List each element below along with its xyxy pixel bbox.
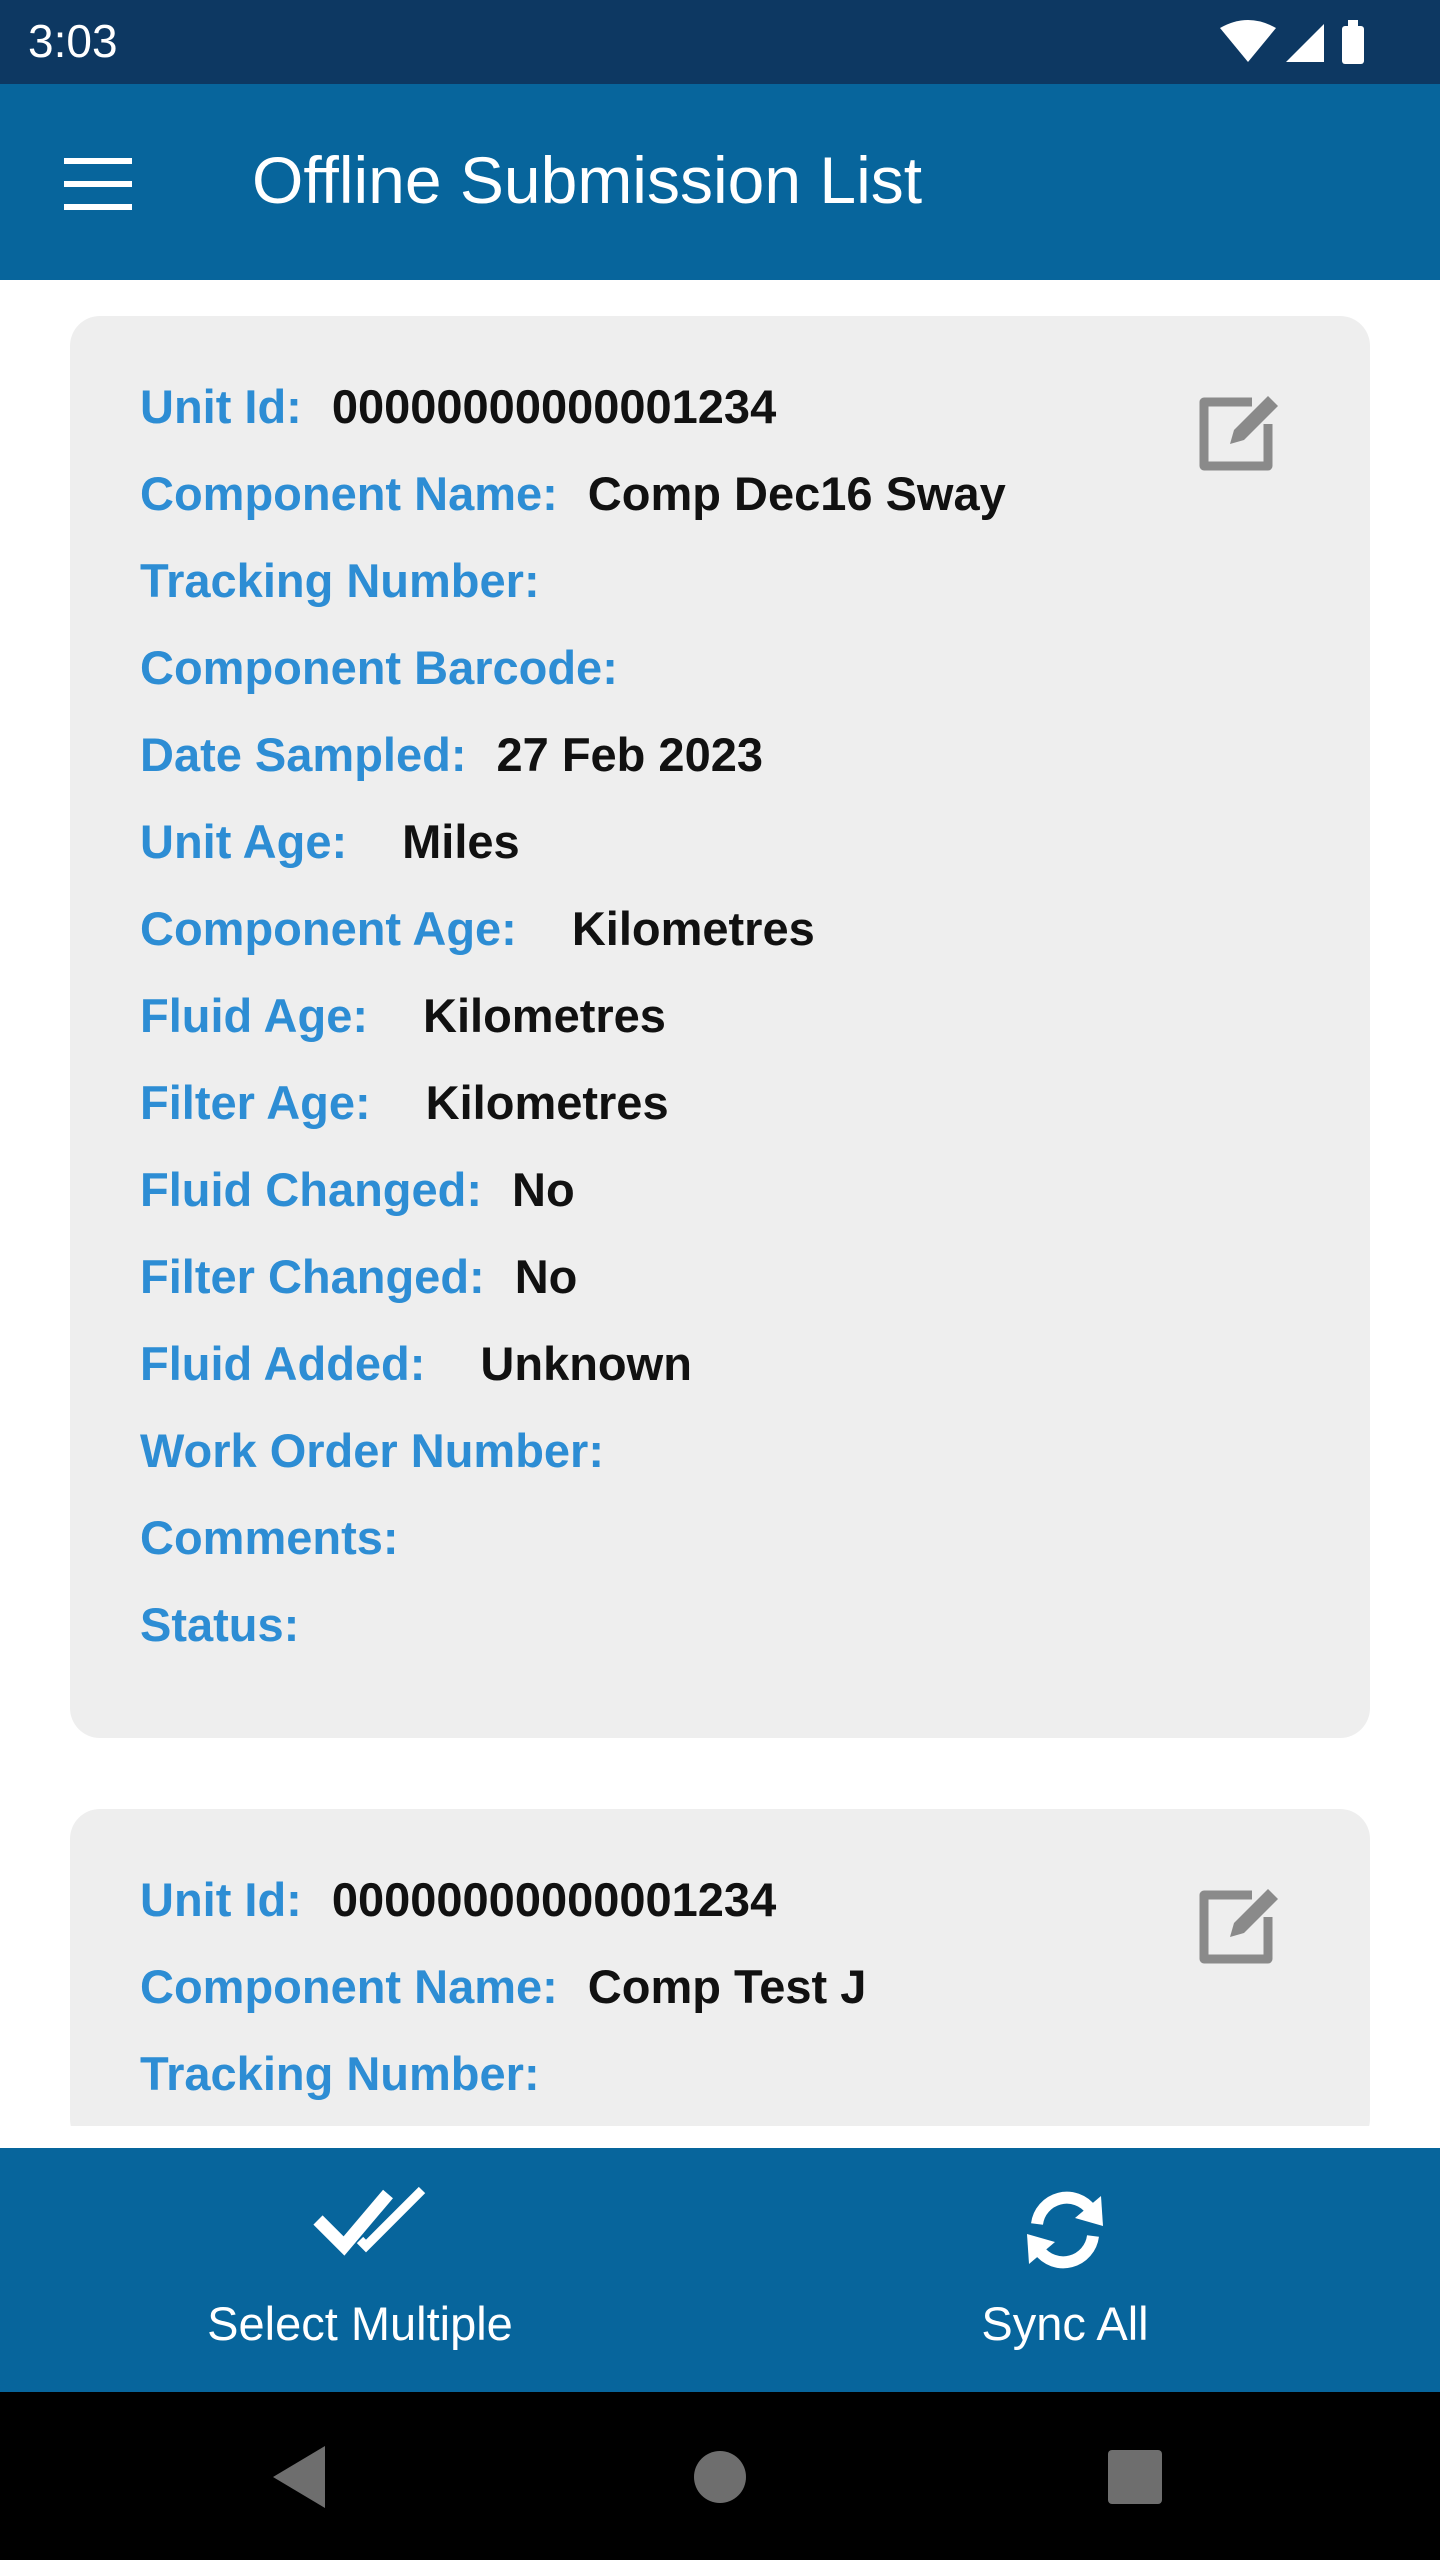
- field-value: Comp Test J: [587, 1960, 867, 2013]
- field-label: Fluid Age:: [140, 989, 369, 1042]
- field-label: Unit Age:: [140, 815, 348, 868]
- bottom-action-bar: Select Multiple Sync All: [0, 2148, 1440, 2392]
- field-row-component-barcode: Component Barcode:: [140, 633, 648, 703]
- field-value: No: [512, 1163, 575, 1216]
- battery-icon: [1342, 26, 1364, 64]
- field-row-date-sampled: Date Sampled: 27 Feb 2023: [140, 720, 763, 790]
- field-row-unit-id: Unit Id: 00000000000001234: [140, 372, 776, 442]
- field-row-component-name: Component Name: Comp Test J: [140, 1952, 866, 2022]
- recents-icon[interactable]: [1090, 2432, 1180, 2522]
- field-label: Component Barcode:: [140, 641, 618, 694]
- field-row-work-order-number: Work Order Number:: [140, 1416, 634, 1486]
- field-label: Status:: [140, 1598, 300, 1651]
- hamburger-menu-icon[interactable]: [50, 144, 146, 224]
- field-label: Filter Changed:: [140, 1250, 485, 1303]
- field-label: Component Name:: [140, 467, 558, 520]
- field-row-filter-age: Filter Age: Kilometres: [140, 1068, 669, 1138]
- page-title: Offline Submission List: [252, 143, 923, 217]
- field-row-component-age: Component Age: Kilometres: [140, 894, 815, 964]
- field-value: Kilometres: [571, 902, 815, 955]
- app-bar: Offline Submission List: [0, 84, 1440, 280]
- field-row-tracking-number: Tracking Number:: [140, 2039, 570, 2109]
- field-label: Date Sampled:: [140, 728, 467, 781]
- sync-all-label: Sync All: [981, 2297, 1149, 2350]
- sync-icon: [1027, 2191, 1103, 2269]
- field-row-component-name: Component Name: Comp Dec16 Sway: [140, 459, 1006, 529]
- field-label: Fluid Changed:: [140, 1163, 483, 1216]
- field-row-unit-age: Unit Age: Miles: [140, 807, 520, 877]
- field-label: Unit Id:: [140, 380, 302, 433]
- submission-card[interactable]: Unit Id: 00000000000001234 Component Name…: [70, 1809, 1370, 2126]
- field-row-unit-id: Unit Id: 00000000000001234: [140, 1865, 776, 1935]
- select-multiple-button[interactable]: Select Multiple: [0, 2148, 720, 2392]
- sync-all-button[interactable]: Sync All: [705, 2148, 1425, 2392]
- field-label: Work Order Number:: [140, 1424, 604, 1477]
- field-label: Component Age:: [140, 902, 517, 955]
- field-row-comments: Comments:: [140, 1503, 429, 1573]
- field-value: 27 Feb 2023: [496, 728, 763, 781]
- field-row-status: Status:: [140, 1590, 329, 1660]
- status-bar: 3:03: [0, 0, 1440, 84]
- field-label: Filter Age:: [140, 1076, 371, 1129]
- field-value: No: [514, 1250, 578, 1303]
- double-check-icon: [313, 2186, 426, 2256]
- status-time: 3:03: [28, 15, 118, 67]
- home-icon[interactable]: [675, 2432, 765, 2522]
- system-navigation-bar: [0, 2392, 1440, 2560]
- back-icon[interactable]: [255, 2432, 345, 2522]
- field-value: Kilometres: [423, 989, 666, 1042]
- field-label: Fluid Added:: [140, 1337, 426, 1390]
- wifi-icon: [1220, 20, 1276, 62]
- field-label: Tracking Number:: [140, 2047, 540, 2100]
- select-multiple-label: Select Multiple: [207, 2297, 513, 2350]
- field-row-filter-changed: Filter Changed: No: [140, 1242, 577, 1312]
- field-value: Unknown: [480, 1337, 692, 1390]
- field-value: Comp Dec16 Sway: [587, 467, 1006, 520]
- field-label: Tracking Number:: [140, 554, 540, 607]
- field-value: Miles: [402, 815, 520, 868]
- field-label: Unit Id:: [140, 1873, 302, 1926]
- signal-icon: [1286, 24, 1324, 62]
- edit-icon[interactable]: [1190, 378, 1290, 478]
- field-row-tracking-number: Tracking Number:: [140, 546, 570, 616]
- submission-card[interactable]: Unit Id: 00000000000001234 Component Name…: [70, 316, 1370, 1738]
- status-icons: [1220, 20, 1364, 64]
- field-label: Component Name:: [140, 1960, 558, 2013]
- field-value: Kilometres: [425, 1076, 669, 1129]
- field-value: 00000000000001234: [331, 380, 777, 433]
- field-row-fluid-added: Fluid Added: Unknown: [140, 1329, 692, 1399]
- submission-list[interactable]: Unit Id: 00000000000001234 Component Name…: [0, 280, 1440, 2126]
- field-row-fluid-age: Fluid Age: Kilometres: [140, 981, 666, 1051]
- field-value: 00000000000001234: [331, 1873, 777, 1926]
- field-label: Comments:: [140, 1511, 399, 1564]
- edit-icon[interactable]: [1190, 1871, 1290, 1971]
- field-row-fluid-changed: Fluid Changed: No: [140, 1155, 575, 1225]
